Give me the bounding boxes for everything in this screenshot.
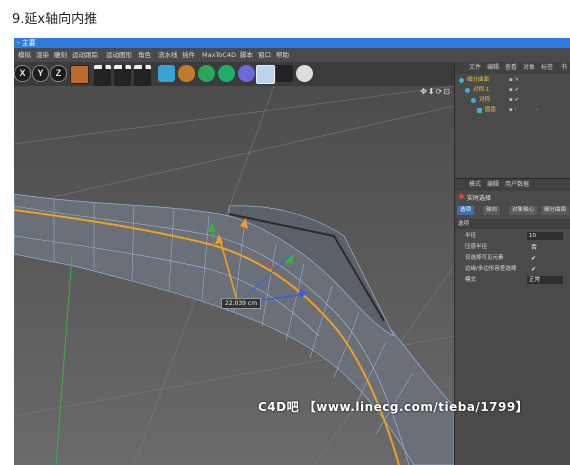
tab-object-axis[interactable]: 对象轴心 <box>509 206 538 215</box>
object-manager-menu: 文件 编辑 查看 对象 标签 书 <box>455 62 570 74</box>
y-axis-button[interactable]: Y <box>32 65 49 82</box>
disc-object-icon <box>477 108 482 113</box>
object-row-subdivision[interactable]: 细分曲面 ▪ ✕ <box>455 76 570 85</box>
menu-character[interactable]: 角色 <box>138 48 151 62</box>
tool-title: 实时选择 <box>467 195 492 202</box>
visible-only-checkbox[interactable]: ✔ <box>531 254 536 264</box>
tolerant-select-checkbox[interactable]: ✔ <box>531 265 536 275</box>
pen-icon[interactable] <box>178 65 195 82</box>
tolerant-select-row[interactable]: 边缘/多边形容差选择 ✔ <box>465 264 565 274</box>
visibility-dots-3[interactable]: ▪ ✔ <box>509 96 519 105</box>
attribute-manager-menu: 模式 编辑 用户数据 <box>455 179 570 191</box>
x-axis-button[interactable]: X <box>14 65 31 82</box>
object-row-disc[interactable]: 圆盘 ▪ ⁝ ⁘ <box>455 106 570 115</box>
attribute-manager: 模式 编辑 用户数据 实时选择 选项 轴向 对象轴心 细分曲面 选项 半径 10… <box>454 178 570 465</box>
menu-render[interactable]: 渲染 <box>36 48 49 62</box>
om-menu-bookmarks[interactable]: 书 <box>561 62 567 74</box>
watermark: C4D吧 【www.linecg.com/tieba/1799】 <box>258 400 529 414</box>
menu-pipeline[interactable]: 流水线 <box>158 48 178 62</box>
radius-row[interactable]: 半径 10 <box>465 231 565 241</box>
om-menu-tags[interactable]: 标签 <box>541 62 553 74</box>
camera-icon[interactable] <box>276 65 293 82</box>
distance-readout: 22.039 cm <box>221 298 262 309</box>
visibility-dots-2[interactable]: ▪ ✔ <box>509 86 519 95</box>
visibility-dots[interactable]: ▪ ✕ <box>509 76 519 85</box>
menu-bar: 模拟 渲染 雕刻 运动跟踪 运动图形 角色 流水线 插件 MaxToC4D 脚本… <box>14 48 570 62</box>
visible-only-row[interactable]: 仅选择可见元素 ✔ <box>465 253 565 263</box>
am-menu-edit[interactable]: 编辑 <box>487 179 499 191</box>
render-view-icon[interactable] <box>94 65 111 86</box>
tab-axis[interactable]: 轴向 <box>483 206 501 215</box>
mode-row[interactable]: 模式 正常 <box>465 275 565 285</box>
menu-plugins[interactable]: 插件 <box>182 48 195 62</box>
tab-subdivision[interactable]: 细分曲面 <box>541 206 570 215</box>
cube-icon[interactable] <box>158 65 175 82</box>
main-toolbar: X Y Z <box>14 62 454 86</box>
menu-mograph[interactable]: 运动图形 <box>106 48 132 62</box>
coordinate-system-icon[interactable] <box>70 65 89 84</box>
am-menu-userdata[interactable]: 用户数据 <box>505 179 529 191</box>
c4d-window: - 主要 模拟 渲染 雕刻 运动跟踪 运动图形 角色 流水线 插件 MaxToC… <box>14 38 570 465</box>
object-row-symmetry[interactable]: 对称 ▪ ✔ <box>455 96 570 105</box>
menu-simulate[interactable]: 模拟 <box>18 48 31 62</box>
tab-options[interactable]: 选项 <box>457 206 475 215</box>
symmetry-object-icon <box>465 88 470 93</box>
title-bar: - 主要 <box>14 38 570 48</box>
am-menu-mode[interactable]: 模式 <box>469 179 481 191</box>
menu-script[interactable]: 脚本 <box>240 48 253 62</box>
material-tag-icon[interactable]: ⁘ <box>535 106 540 115</box>
menu-motion-tracking[interactable]: 运动跟踪 <box>72 48 98 62</box>
window-title: - 主要 <box>17 39 36 47</box>
light-icon[interactable] <box>296 65 313 82</box>
object-row-symmetry-1[interactable]: 对称.1 ▪ ✔ <box>455 86 570 95</box>
visibility-dots-4[interactable]: ▪ ⁝ <box>509 106 516 115</box>
mode-dropdown[interactable]: 正常 <box>527 276 563 284</box>
render-settings-icon[interactable] <box>134 65 151 86</box>
radius-input[interactable]: 10 <box>527 232 563 240</box>
om-menu-file[interactable]: 文件 <box>469 62 481 74</box>
step-caption: 9.延x轴向内推 <box>12 12 98 27</box>
viewport-nav-icons[interactable]: ✥⬇⟳⊡ <box>420 87 451 96</box>
object-manager: 文件 编辑 查看 对象 标签 书 细分曲面 ▪ ✕ 对称.1 ▪ ✔ 对称 ▪ … <box>454 62 570 178</box>
menu-sculpt[interactable]: 雕刻 <box>54 48 67 62</box>
scene-icon[interactable] <box>238 65 255 82</box>
symmetry-object-icon-2 <box>471 98 476 103</box>
live-selection-icon <box>459 194 464 199</box>
floor-grid-icon[interactable] <box>256 65 275 84</box>
om-menu-view[interactable]: 查看 <box>505 62 517 74</box>
menu-maxtoc4d[interactable]: MaxToC4D <box>202 48 236 62</box>
section-header-options: 选项 <box>455 219 570 229</box>
pressure-radius-row[interactable]: 压感半径 否 <box>465 242 565 252</box>
menu-help[interactable]: 帮助 <box>276 48 289 62</box>
om-menu-object[interactable]: 对象 <box>523 62 535 74</box>
render-picture-viewer-icon[interactable] <box>114 65 131 86</box>
subdivision-icon[interactable] <box>198 65 215 82</box>
z-axis-button[interactable]: Z <box>50 65 67 82</box>
menu-window[interactable]: 窗口 <box>258 48 271 62</box>
om-menu-edit[interactable]: 编辑 <box>487 62 499 74</box>
deformer-icon[interactable] <box>218 65 235 82</box>
subdivision-object-icon <box>459 78 464 83</box>
pressure-radius-value[interactable]: 否 <box>531 243 537 253</box>
